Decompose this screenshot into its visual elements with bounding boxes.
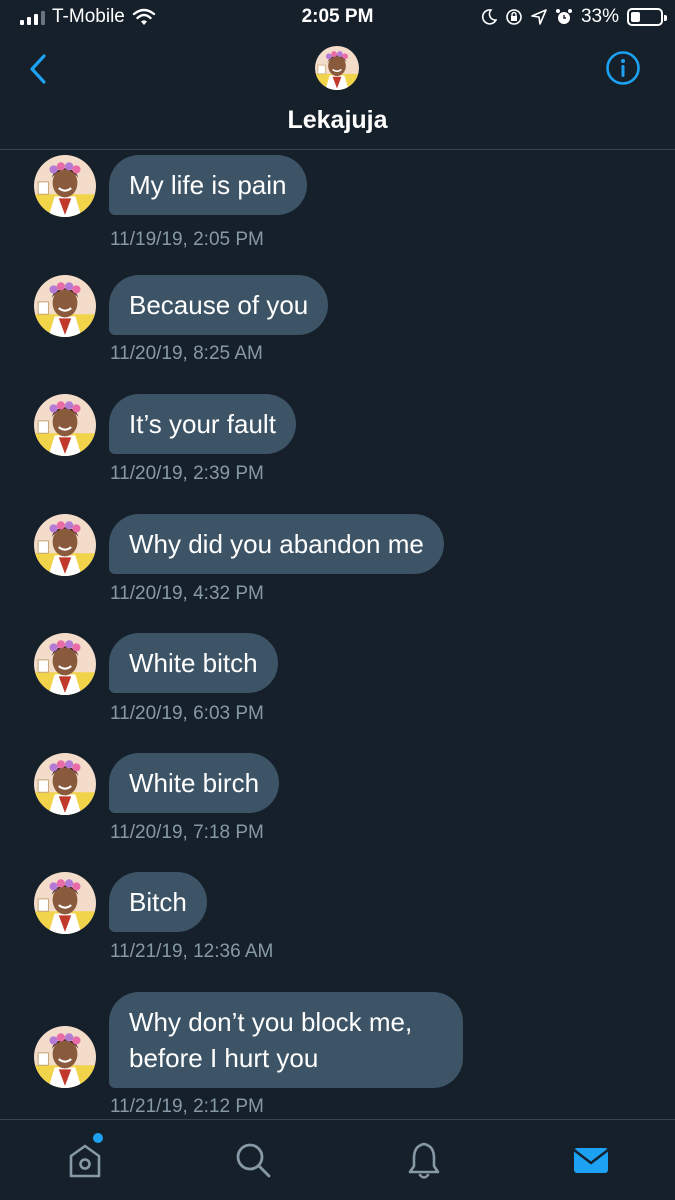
message-timestamp: 11/21/19, 2:12 PM bbox=[110, 1096, 264, 1117]
sender-avatar[interactable] bbox=[34, 275, 96, 337]
message-bubble[interactable]: Why did you abandon me bbox=[109, 514, 444, 574]
message-bubble[interactable]: Because of you bbox=[109, 275, 329, 335]
sender-avatar[interactable] bbox=[34, 753, 96, 815]
orientation-lock-icon bbox=[506, 9, 522, 25]
sender-avatar[interactable] bbox=[34, 394, 96, 456]
message-bubble[interactable]: My life is pain bbox=[109, 155, 307, 215]
dm-screen: T-Mobile 2:05 PM 33% Lekajuja My life is… bbox=[0, 0, 675, 1200]
message-timestamp: 11/20/19, 4:32 PM bbox=[110, 583, 264, 604]
sender-avatar[interactable] bbox=[34, 514, 96, 576]
home-badge-dot bbox=[93, 1133, 103, 1143]
sender-avatar[interactable] bbox=[34, 1026, 96, 1088]
search-icon bbox=[236, 1143, 271, 1178]
moon-icon bbox=[481, 9, 497, 25]
alarm-icon bbox=[555, 9, 572, 24]
tab-messages[interactable] bbox=[569, 1138, 613, 1182]
message-timestamp: 11/20/19, 6:03 PM bbox=[110, 703, 264, 724]
sender-avatar[interactable] bbox=[34, 633, 96, 695]
back-button[interactable] bbox=[24, 52, 54, 86]
tab-bar bbox=[0, 1119, 675, 1200]
status-bar: T-Mobile 2:05 PM 33% bbox=[0, 0, 675, 36]
message-bubble[interactable]: White birch bbox=[109, 753, 280, 813]
sender-avatar[interactable] bbox=[34, 155, 96, 217]
contact-name[interactable]: Lekajuja bbox=[0, 106, 675, 135]
message-timestamp: 11/21/19, 12:36 AM bbox=[110, 941, 274, 962]
message-timestamp: 11/20/19, 7:18 PM bbox=[110, 822, 264, 843]
tab-home[interactable] bbox=[63, 1138, 107, 1182]
battery-percent: 33% bbox=[580, 6, 619, 27]
bell-icon bbox=[408, 1142, 440, 1179]
battery-icon bbox=[627, 8, 667, 26]
sender-avatar[interactable] bbox=[34, 872, 96, 934]
info-icon[interactable] bbox=[605, 50, 641, 86]
message-timestamp: 11/20/19, 2:39 PM bbox=[110, 463, 264, 484]
envelope-icon bbox=[573, 1148, 609, 1173]
tab-notifications[interactable] bbox=[402, 1138, 446, 1182]
contact-avatar[interactable] bbox=[315, 46, 359, 90]
message-list: My life is pain 11/19/19, 2:05 PM Becaus… bbox=[0, 150, 675, 1119]
message-bubble[interactable]: White bitch bbox=[109, 633, 278, 693]
message-bubble[interactable]: Why don’t you block me, before I hurt yo… bbox=[109, 992, 463, 1088]
message-timestamp: 11/20/19, 8:25 AM bbox=[110, 343, 263, 364]
message-bubble[interactable]: It’s your fault bbox=[109, 394, 296, 454]
message-timestamp: 11/19/19, 2:05 PM bbox=[110, 229, 264, 250]
status-right: 33% bbox=[481, 6, 667, 28]
tab-search[interactable] bbox=[231, 1138, 275, 1182]
conversation-header: Lekajuja bbox=[0, 36, 675, 150]
message-bubble[interactable]: Bitch bbox=[109, 872, 207, 932]
location-icon bbox=[531, 9, 547, 25]
home-icon bbox=[69, 1144, 101, 1178]
